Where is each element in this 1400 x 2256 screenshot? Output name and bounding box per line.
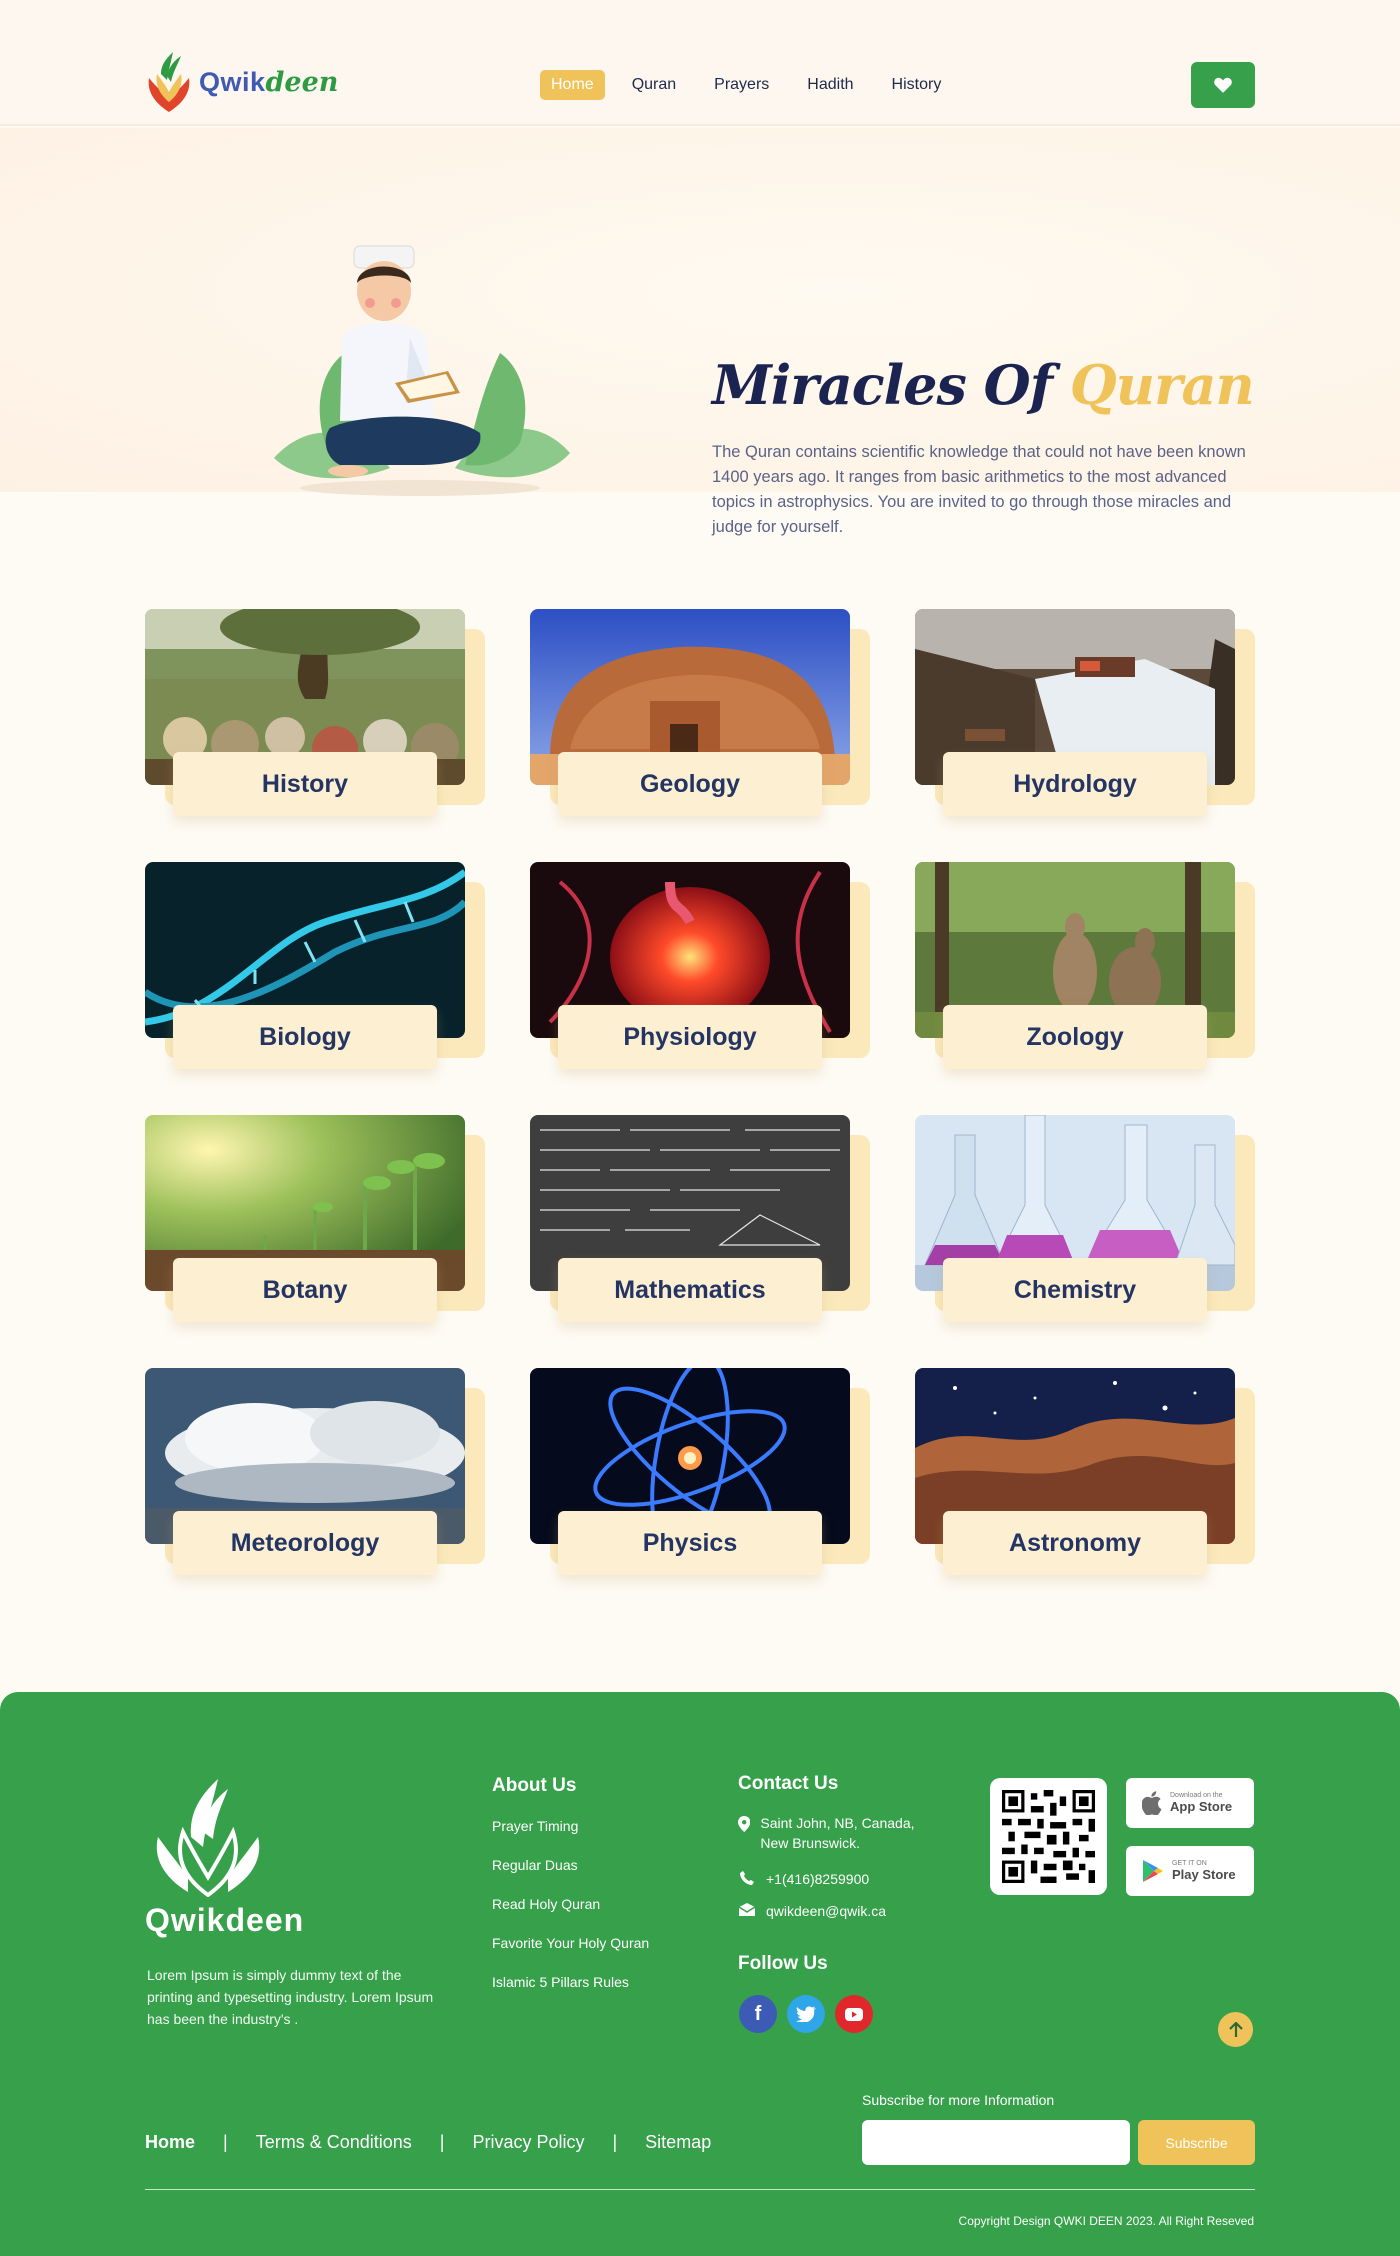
contact-heading: Contact Us	[738, 1773, 839, 1794]
contact-address: Saint John, NB, Canada, New Brunswick.	[738, 1813, 938, 1853]
heart-icon	[1214, 77, 1232, 93]
twitter-icon[interactable]	[787, 1995, 825, 2033]
app-store-caption: Download on the	[1170, 1792, 1223, 1799]
brand-logo[interactable]: Qwik deen	[143, 50, 338, 114]
app-store-badge[interactable]: Download on the App Store	[1126, 1778, 1254, 1828]
footer-nav-home[interactable]: Home	[145, 2132, 195, 2153]
main-nav: Home Quran Prayers Hadith History	[540, 70, 968, 100]
footer-logo-icon	[156, 1779, 260, 1897]
category-label-botany: Botany	[173, 1258, 437, 1322]
category-card-biology[interactable]: Biology	[145, 862, 485, 1069]
nav-separator: |	[223, 2132, 228, 2152]
footer-link-regular-duas[interactable]: Regular Duas	[492, 1857, 649, 1896]
category-card-hydrology[interactable]: Hydrology	[915, 609, 1255, 816]
footer-link-prayer-timing[interactable]: Prayer Timing	[492, 1818, 649, 1857]
footer-nav-sitemap[interactable]: Sitemap	[645, 2132, 711, 2153]
brand-name-part1: Qwik	[199, 66, 266, 97]
footer-link-read-quran[interactable]: Read Holy Quran	[492, 1896, 649, 1935]
footer-description: Lorem Ipsum is simply dummy text of the …	[147, 1967, 434, 2027]
subscribe-button[interactable]: Subscribe	[1138, 2120, 1255, 2165]
subscribe-label: Subscribe for more Information	[862, 2092, 1055, 2108]
category-label-history: History	[173, 752, 437, 816]
footer-link-favorite-quran[interactable]: Favorite Your Holy Quran	[492, 1935, 649, 1974]
category-card-chemistry[interactable]: Chemistry	[915, 1115, 1255, 1322]
nav-history[interactable]: History	[881, 70, 953, 100]
category-card-physics[interactable]: Physics	[530, 1368, 870, 1575]
contact-phone[interactable]: +1(416)8259900	[738, 1869, 869, 1889]
category-label-mathematics: Mathematics	[558, 1258, 822, 1322]
category-label-chemistry: Chemistry	[943, 1258, 1207, 1322]
category-card-astronomy[interactable]: Astronomy	[915, 1368, 1255, 1575]
facebook-icon[interactable]: f	[739, 1995, 777, 2033]
brand-name-part2: deen	[265, 66, 339, 98]
hero-section: Miracles Of Quran The Quran contains sci…	[0, 128, 1400, 536]
about-heading: About Us	[492, 1775, 577, 1796]
footer-bottom-nav: Home | Terms & Conditions | Privacy Poli…	[145, 2132, 711, 2153]
category-card-zoology[interactable]: Zoology	[915, 862, 1255, 1069]
logo-mark-icon	[148, 52, 190, 112]
apple-icon	[1142, 1791, 1162, 1815]
category-card-botany[interactable]: Botany	[145, 1115, 485, 1322]
nav-separator: |	[612, 2132, 618, 2152]
category-label-physiology: Physiology	[558, 1005, 822, 1069]
hero-title-accent: Quran	[1069, 353, 1255, 417]
footer-nav-terms[interactable]: Terms & Conditions	[256, 2132, 412, 2153]
phone-text: +1(416)8259900	[766, 1871, 870, 1887]
nav-separator: |	[439, 2132, 445, 2152]
category-label-meteorology: Meteorology	[173, 1511, 437, 1575]
reading-boy-illustration	[274, 245, 570, 496]
arrow-up-icon	[1228, 2021, 1243, 2037]
site-header: Qwik deen Home Quran Prayers Hadith Hist…	[0, 0, 1400, 126]
hero-title-main: Miracles Of	[712, 353, 1053, 417]
follow-heading: Follow Us	[738, 1953, 828, 1974]
play-store-badge[interactable]: GET IT ON Play Store	[1126, 1846, 1254, 1896]
site-footer: Qwikdeen Lorem Ipsum is simply dummy tex…	[0, 1692, 1400, 2256]
email-text: qwikdeen@qwik.ca	[766, 1903, 887, 1919]
category-label-astronomy: Astronomy	[943, 1511, 1207, 1575]
mail-icon	[738, 1903, 756, 1916]
qr-code-icon	[1002, 1790, 1095, 1883]
category-label-biology: Biology	[173, 1005, 437, 1069]
category-label-hydrology: Hydrology	[943, 752, 1207, 816]
category-label-zoology: Zoology	[943, 1005, 1207, 1069]
play-store-caption: GET IT ON	[1172, 1860, 1207, 1867]
footer-brand-name: Qwikdeen	[145, 1902, 305, 1938]
nav-hadith[interactable]: Hadith	[796, 70, 864, 100]
category-card-mathematics[interactable]: Mathematics	[530, 1115, 870, 1322]
footer-divider	[145, 2189, 1255, 2190]
category-card-geology[interactable]: Geology	[530, 609, 870, 816]
play-store-icon	[1143, 1860, 1163, 1882]
location-pin-icon	[738, 1816, 751, 1832]
copyright-text: Copyright Design QWKI DEEN 2023. All Rig…	[958, 2214, 1254, 2228]
category-label-physics: Physics	[558, 1511, 822, 1575]
qr-code	[990, 1778, 1107, 1895]
favorites-button[interactable]	[1191, 62, 1255, 108]
phone-icon	[740, 1871, 754, 1885]
footer-link-five-pillars[interactable]: Islamic 5 Pillars Rules	[492, 1974, 649, 2013]
category-card-history[interactable]: History	[145, 609, 485, 816]
category-card-meteorology[interactable]: Meteorology	[145, 1368, 485, 1575]
nav-quran[interactable]: Quran	[621, 70, 687, 100]
nav-prayers[interactable]: Prayers	[703, 70, 780, 100]
hero-description: The Quran contains scientific knowledge …	[712, 443, 1246, 536]
scroll-to-top-button[interactable]	[1218, 2012, 1253, 2047]
youtube-icon[interactable]	[835, 1995, 873, 2033]
address-text: Saint John, NB, Canada, New Brunswick.	[760, 1815, 915, 1851]
hero-title: Miracles Of Quran	[712, 353, 1255, 417]
about-links: Prayer Timing Regular Duas Read Holy Qur…	[492, 1818, 649, 2013]
app-store-label: App Store	[1170, 1799, 1233, 1814]
nav-home[interactable]: Home	[540, 70, 605, 100]
play-store-label: Play Store	[1172, 1867, 1236, 1882]
category-card-physiology[interactable]: Physiology	[530, 862, 870, 1069]
contact-email[interactable]: qwikdeen@qwik.ca	[738, 1901, 886, 1921]
footer-nav-privacy[interactable]: Privacy Policy	[472, 2132, 584, 2153]
subscribe-email-input[interactable]	[862, 2120, 1130, 2165]
category-label-geology: Geology	[558, 752, 822, 816]
